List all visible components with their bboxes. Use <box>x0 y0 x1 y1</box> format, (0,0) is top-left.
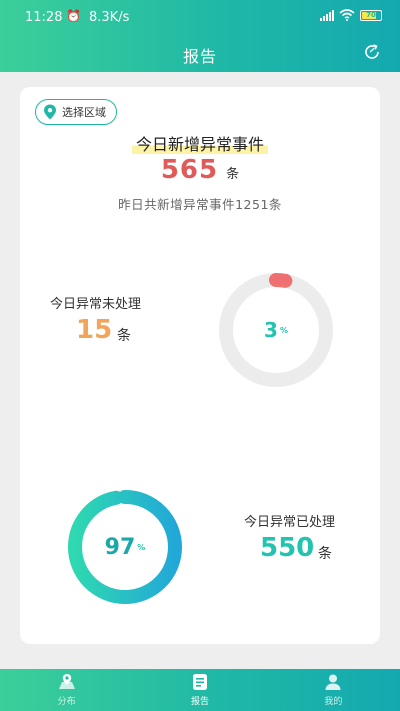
unprocessed-percent: 3% <box>217 271 335 389</box>
select-region-label: 选择区域 <box>62 106 106 119</box>
unprocessed-percent-value: 3 <box>264 318 278 342</box>
report-icon <box>192 674 207 690</box>
select-region-button[interactable]: 选择区域 <box>35 99 117 125</box>
tab-report[interactable]: 报告 <box>133 669 266 711</box>
unprocessed-label: 今日异常未处理 <box>50 297 142 312</box>
tab-mine-label: 我的 <box>324 697 343 707</box>
today-new-headline: 今日新增异常事件 <box>20 131 380 155</box>
refresh-icon[interactable] <box>362 42 382 62</box>
status-right: 70 <box>320 9 382 21</box>
unprocessed-count: 15 <box>76 315 113 345</box>
tab-distribution-label: 分布 <box>57 697 76 707</box>
processed-unit: 条 <box>318 546 332 562</box>
app-header: 11:28 ⏰ 8.3K/s 70 报告 <box>0 0 400 72</box>
unprocessed-unit: 条 <box>117 328 131 344</box>
unprocessed-percent-sign: % <box>279 325 288 335</box>
user-icon <box>325 674 341 690</box>
today-count-row: 565 条 <box>20 155 380 185</box>
today-count: 565 <box>160 155 219 185</box>
status-bar: 11:28 ⏰ 8.3K/s 70 <box>0 0 400 34</box>
battery-icon: 70 <box>360 9 382 21</box>
headline-text: 今日新增异常事件 <box>131 135 268 154</box>
page-title: 报告 <box>182 47 217 66</box>
processed-count: 550 <box>260 533 315 563</box>
wifi-icon <box>339 9 355 21</box>
tab-mine[interactable]: 我的 <box>267 669 400 711</box>
bottom-tab-bar: 分布 报告 我的 <box>0 669 400 711</box>
tab-distribution[interactable]: 分布 <box>0 669 133 711</box>
map-pin-icon <box>58 674 75 689</box>
processed-percent-value: 97 <box>104 534 136 560</box>
report-card: 选择区域 今日新增异常事件 565 条 昨日共新增异常事件1251条 今日异常未处… <box>20 87 380 644</box>
processed-percent: 97% <box>65 487 185 607</box>
tab-report-label: 报告 <box>190 697 209 707</box>
battery-level: 70 <box>366 10 376 19</box>
status-time: 11:28 <box>25 10 63 25</box>
yesterday-summary: 昨日共新增异常事件1251条 <box>118 197 282 212</box>
network-speed: 8.3K/s <box>89 10 130 25</box>
processed-percent-sign: % <box>137 542 146 552</box>
location-pin-icon <box>44 104 56 120</box>
processed-label: 今日异常已处理 <box>244 515 336 530</box>
signal-icon <box>320 9 334 21</box>
alarm-icon: ⏰ <box>66 9 81 23</box>
today-count-unit: 条 <box>226 167 240 182</box>
